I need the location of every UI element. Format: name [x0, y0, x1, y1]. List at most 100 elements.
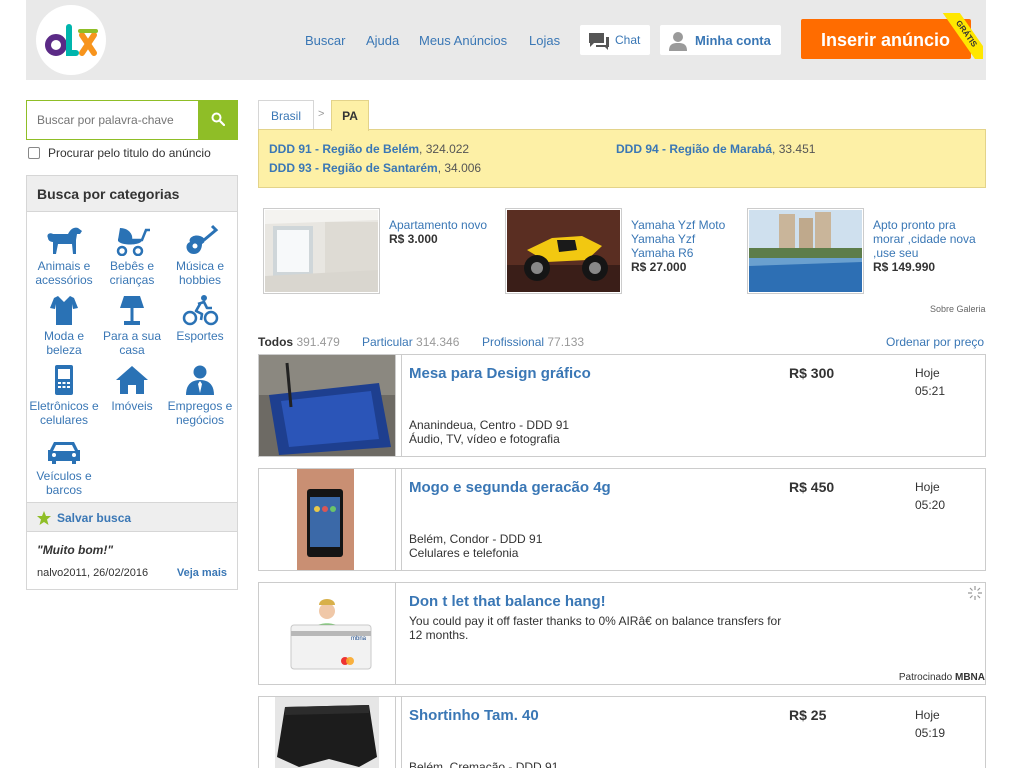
account-button[interactable]: Minha conta — [660, 25, 781, 55]
category-label: Para a sua casa — [102, 329, 162, 357]
listing-title[interactable]: Mogo e segunda geracão 4g — [409, 479, 611, 496]
filter-professional[interactable]: Profissional 77.133 — [482, 335, 584, 349]
gallery-image-motorcycle[interactable] — [505, 208, 622, 294]
category-bebes[interactable]: Bebês e crianças — [95, 224, 169, 287]
dog-icon — [47, 227, 82, 254]
lamp-icon — [120, 296, 144, 325]
breadcrumb-separator: > — [318, 108, 325, 120]
gallery-item[interactable]: Yamaha Yzf Moto Yamaha Yzf Yamaha R6 R$ … — [631, 218, 741, 274]
search-input[interactable] — [37, 113, 197, 127]
shirt-icon — [50, 296, 78, 325]
ad-sponsor-prefix: Patrocinado — [898, 672, 955, 683]
listing-thumbnail[interactable] — [259, 697, 396, 768]
region-ddd94[interactable]: DDD 94 - Região de Marabá, 33.451 — [616, 142, 815, 156]
nav-meus-anuncios[interactable]: Meus Anúncios — [419, 33, 507, 48]
thumbnail-edge — [395, 469, 402, 570]
region-list: DDD 91 - Região de Belém, 324.022 DDD 94… — [258, 129, 986, 188]
gallery-item[interactable]: Apto pronto pra morar ,cidade nova ,use … — [873, 218, 983, 274]
search-button[interactable] — [198, 100, 238, 140]
category-animais[interactable]: Animais e acessórios — [27, 224, 101, 287]
search-icon — [211, 112, 225, 126]
save-search-button[interactable]: Salvar busca — [27, 502, 237, 532]
title-only-label: Procurar pelo titulo do anúncio — [48, 146, 211, 160]
phone-icon — [55, 365, 73, 395]
category-label: Música e hobbies — [175, 259, 225, 287]
ad-title[interactable]: Don t let that balance hang! — [409, 593, 606, 610]
category-empregos[interactable]: Empregos e negócios — [163, 364, 237, 427]
ad-image[interactable]: mbna — [259, 583, 395, 684]
gallery-image-apartment[interactable] — [263, 208, 380, 294]
sort-by-price-link[interactable]: Ordenar por preço — [886, 335, 984, 349]
category-moda[interactable]: Moda e beleza — [27, 294, 101, 357]
region-name[interactable]: DDD 93 - Região de Santarém — [269, 161, 438, 175]
user-icon — [669, 32, 687, 51]
listing-row[interactable]: Mesa para Design gráfico R$ 300 Hoje 05:… — [258, 354, 986, 457]
gallery-image-building[interactable] — [747, 208, 864, 294]
category-label: Empregos e negócios — [167, 399, 233, 427]
guitar-icon — [186, 224, 219, 254]
gallery-item[interactable]: Apartamento novo R$ 3.000 — [389, 218, 499, 246]
region-name[interactable]: DDD 94 - Região de Marabá — [616, 142, 772, 156]
listing-row[interactable]: Mogo e segunda geracão 4g R$ 450 Hoje 05… — [258, 468, 986, 571]
category-casa[interactable]: Para a sua casa — [95, 294, 169, 357]
nav-lojas[interactable]: Lojas — [529, 33, 560, 48]
listing-title[interactable]: Shortinho Tam. 40 — [409, 707, 539, 724]
filter-private-label: Particular — [362, 335, 413, 349]
gallery-title[interactable]: Yamaha Yzf Moto Yamaha Yzf Yamaha R6 — [631, 218, 725, 260]
review-author-date: nalvo2011, 26/02/2016 — [37, 567, 149, 579]
listing-day: Hoje — [915, 708, 940, 722]
listing-category: Áudio, TV, vídeo e fotografia — [409, 432, 560, 446]
nav-buscar[interactable]: Buscar — [305, 33, 345, 48]
gallery-price: R$ 3.000 — [389, 232, 438, 246]
gallery-title[interactable]: Apartamento novo — [389, 218, 487, 232]
gallery-about-link[interactable]: Sobre Galeria — [930, 304, 986, 314]
chat-button[interactable]: Chat — [580, 25, 650, 55]
free-badge-text: GRÁTIS — [942, 13, 983, 59]
title-only-option[interactable]: Procurar pelo titulo do anúncio — [28, 146, 211, 160]
ad-divider — [395, 583, 396, 684]
review-more-link[interactable]: Veja mais — [177, 567, 227, 579]
filter-all[interactable]: Todos 391.479 — [258, 335, 340, 349]
region-name[interactable]: DDD 91 - Região de Belém — [269, 142, 419, 156]
listing-row[interactable]: Shortinho Tam. 40 R$ 25 Hoje 05:19 Belém… — [258, 696, 986, 768]
header-bar: Buscar Ajuda Meus Anúncios Lojas Chat Mi… — [26, 0, 986, 80]
save-search-label: Salvar busca — [57, 511, 132, 525]
category-esportes[interactable]: Esportes — [163, 294, 237, 343]
gallery-price: R$ 27.000 — [631, 260, 687, 274]
ad-sponsor-name: MBNA — [955, 672, 985, 683]
category-panel-title: Busca por categorias — [27, 176, 237, 212]
title-only-checkbox[interactable] — [28, 147, 40, 159]
category-label: Eletrônicos e celulares — [29, 399, 99, 427]
listing-thumbnail[interactable] — [259, 355, 396, 456]
category-label: Esportes — [176, 329, 224, 343]
category-panel: Busca por categorias Animais e acessório… — [26, 175, 238, 590]
category-veiculos[interactable]: Veículos e barcos — [27, 434, 101, 497]
ad-sponsor: Patrocinado MBNA — [899, 672, 985, 683]
region-ddd93[interactable]: DDD 93 - Região de Santarém, 34.006 — [269, 161, 481, 175]
free-badge: GRÁTIS — [941, 13, 983, 59]
category-imoveis[interactable]: Imóveis — [95, 364, 169, 413]
gallery-title[interactable]: Apto pronto pra morar ,cidade nova ,use … — [873, 218, 976, 260]
listing-category: Celulares e telefonia — [409, 546, 519, 560]
filter-private[interactable]: Particular 314.346 — [362, 335, 459, 349]
ad-choices-icon[interactable] — [967, 585, 983, 604]
filter-private-count: 314.346 — [416, 335, 460, 349]
category-eletronicos[interactable]: Eletrônicos e celulares — [27, 364, 101, 427]
breadcrumb-brasil[interactable]: Brasil — [258, 100, 314, 130]
ad-body: You could pay it off faster thanks to 0%… — [409, 614, 782, 642]
olx-logo[interactable] — [36, 5, 106, 75]
listing-price: R$ 300 — [789, 365, 835, 381]
star-icon — [37, 511, 51, 525]
listing-thumbnail[interactable] — [259, 469, 396, 570]
sponsored-ad[interactable]: mbna Don t let that balance hang! You co… — [258, 582, 986, 685]
category-musica[interactable]: Música e hobbies — [163, 224, 237, 287]
listing-time: 05:19 — [915, 726, 946, 740]
listing-title[interactable]: Mesa para Design gráfico — [409, 365, 591, 382]
region-count: , 33.451 — [772, 142, 816, 156]
nav-ajuda[interactable]: Ajuda — [366, 33, 399, 48]
breadcrumb-pa[interactable]: PA — [331, 100, 369, 131]
region-ddd91[interactable]: DDD 91 - Região de Belém, 324.022 — [269, 142, 469, 156]
listing-location: Belém, Condor - DDD 91 — [409, 532, 543, 546]
thumbnail-edge — [395, 697, 402, 768]
category-label: Veículos e barcos — [36, 469, 92, 497]
